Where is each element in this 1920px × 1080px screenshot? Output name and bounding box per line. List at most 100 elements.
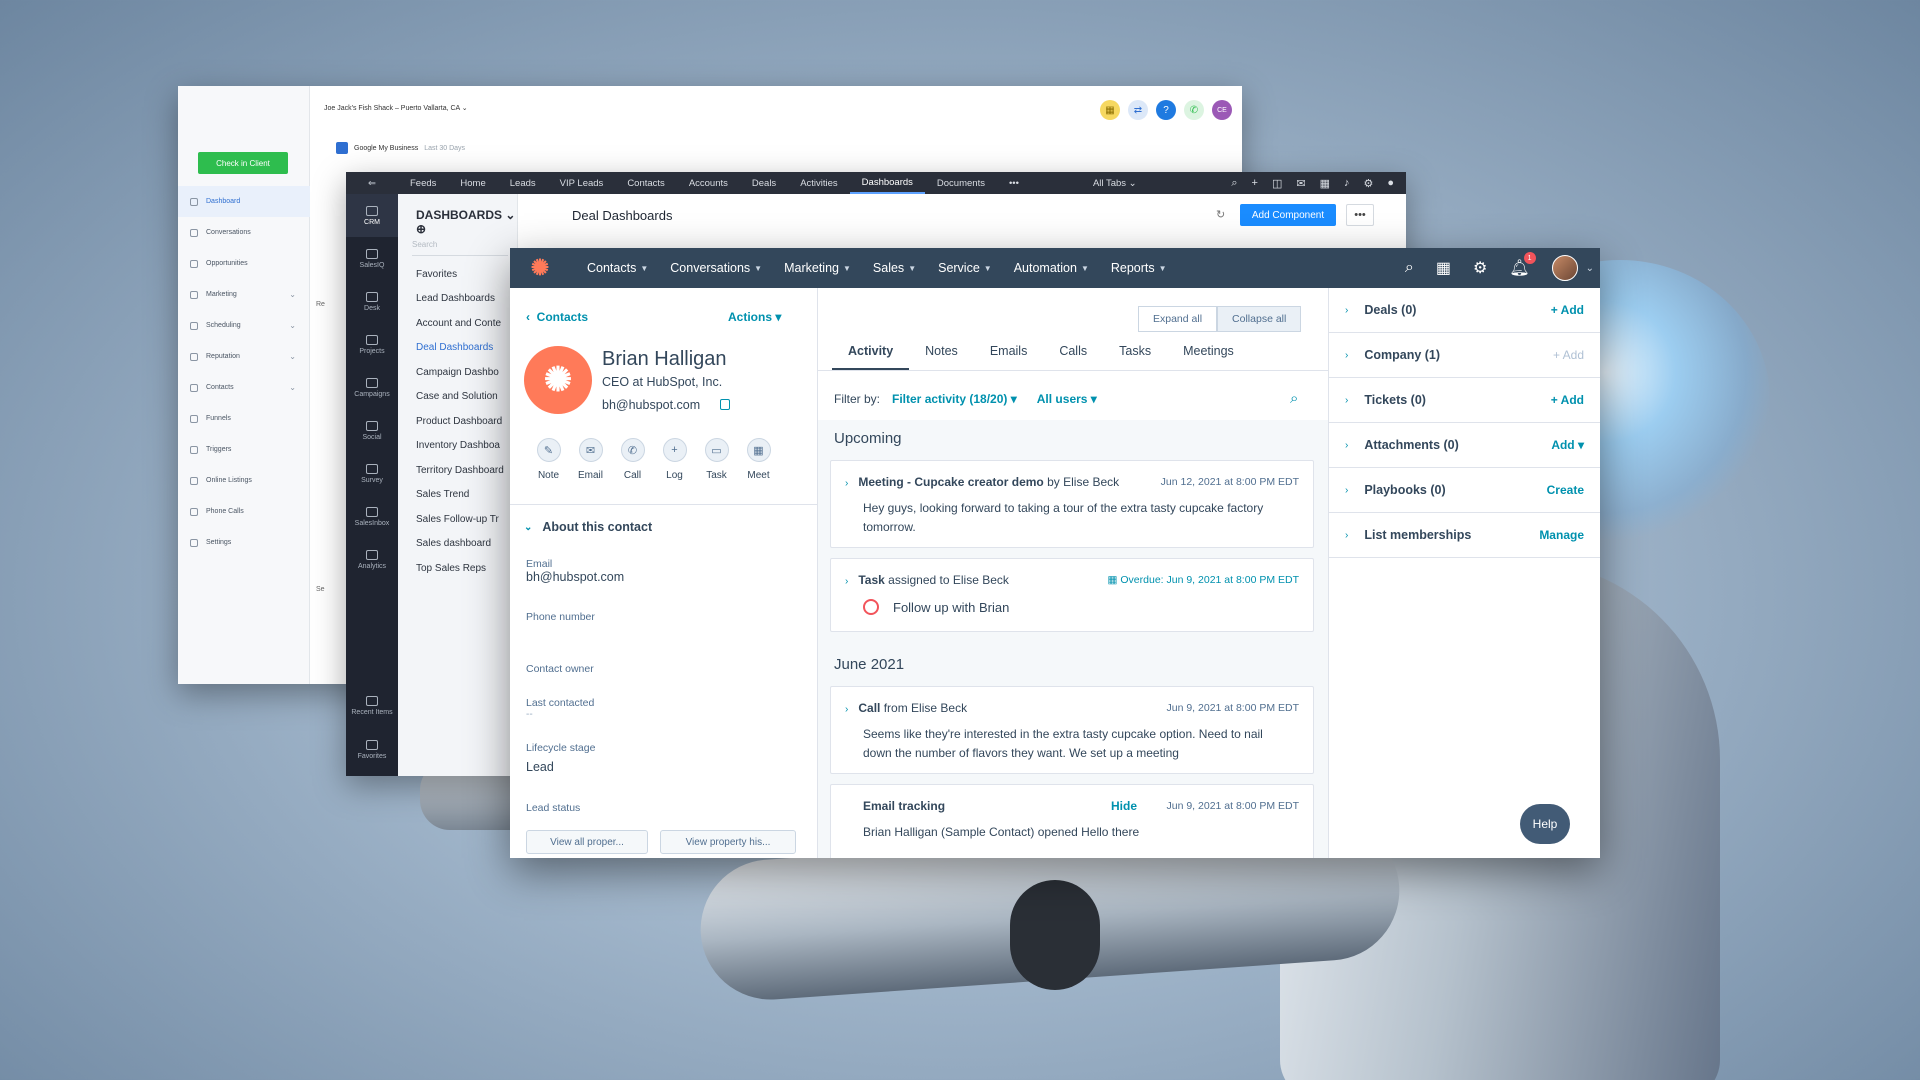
log-action[interactable]: + Log: [660, 438, 689, 481]
calendar-icon[interactable]: ▦: [1320, 177, 1330, 190]
tab-calls[interactable]: Calls: [1043, 344, 1103, 371]
zoho-tab-dashboards[interactable]: Dashboards: [849, 172, 925, 194]
menu-reports[interactable]: Reports ▼: [1100, 261, 1178, 275]
list-item[interactable]: Favorites: [398, 262, 518, 287]
bell-icon[interactable]: 🔔︎ 1: [1509, 252, 1536, 278]
list-item[interactable]: Sales Trend: [398, 483, 518, 508]
call-action[interactable]: ✆ Call: [618, 438, 647, 481]
menu-contacts[interactable]: Contacts ▼: [576, 261, 659, 275]
refresh-icon[interactable]: ↻: [1216, 208, 1225, 221]
actions-dropdown[interactable]: Actions ▾: [728, 310, 781, 324]
phone-icon[interactable]: ✆: [1184, 100, 1204, 120]
menu-sales[interactable]: Sales ▼: [862, 261, 927, 275]
email-tracking-card[interactable]: Email tracking Hide Jun 9, 2021 at 8:00 …: [830, 784, 1314, 858]
rail-campaigns[interactable]: Campaigns: [346, 366, 398, 409]
list-item[interactable]: Lead Dashboards: [398, 287, 518, 312]
list-item[interactable]: Inventory Dashboa: [398, 434, 518, 459]
swap-icon[interactable]: ⇄: [1128, 100, 1148, 120]
company-row[interactable]: › Company (1) + Add: [1329, 333, 1600, 378]
w1-nav-triggers[interactable]: Triggers: [178, 434, 310, 465]
menu-conversations[interactable]: Conversations ▼: [659, 261, 773, 275]
dashboards-search-input[interactable]: Search: [412, 240, 508, 256]
list-item[interactable]: Top Sales Reps: [398, 556, 518, 581]
avatar[interactable]: ●: [1387, 177, 1394, 190]
zoho-tab-activities[interactable]: Activities: [788, 172, 849, 194]
meet-action[interactable]: ▦ Meet: [744, 438, 773, 481]
marketplace-icon[interactable]: ▦: [1436, 258, 1451, 278]
list-item[interactable]: Account and Conte: [398, 311, 518, 336]
menu-service[interactable]: Service ▼: [927, 261, 1003, 275]
more-button[interactable]: •••: [1346, 204, 1374, 226]
tickets-add-button[interactable]: + Add: [1551, 393, 1584, 407]
search-icon[interactable]: ⌕: [1405, 259, 1414, 277]
playbooks-create-button[interactable]: Create: [1547, 483, 1584, 497]
bell-icon[interactable]: ♪: [1344, 177, 1350, 190]
back-icon[interactable]: ⇐: [346, 178, 398, 189]
check-in-client-button[interactable]: Check in Client: [198, 152, 288, 174]
tab-activity[interactable]: Activity: [832, 344, 910, 371]
gear-icon[interactable]: ⚙: [1473, 258, 1487, 278]
list-item[interactable]: Deal Dashboards: [398, 336, 518, 361]
w1-nav-scheduling[interactable]: Scheduling ⌄: [178, 310, 310, 341]
zoho-tab-feeds[interactable]: Feeds: [398, 172, 448, 194]
tab-notes[interactable]: Notes: [909, 344, 974, 371]
avatar[interactable]: CE: [1212, 100, 1232, 120]
rail-analytics[interactable]: Analytics: [346, 538, 398, 581]
breadcrumb[interactable]: ‹ Contacts: [526, 310, 588, 324]
rail-crm[interactable]: CRM: [346, 194, 398, 237]
zoho-tab-accounts[interactable]: Accounts: [677, 172, 740, 194]
w1-nav-opportunities[interactable]: Opportunities: [178, 248, 310, 279]
task-action[interactable]: ▭ Task: [702, 438, 731, 481]
menu-marketing[interactable]: Marketing ▼: [773, 261, 862, 275]
list-memberships-manage-button[interactable]: Manage: [1539, 528, 1584, 542]
zoho-tab-contacts[interactable]: Contacts: [615, 172, 677, 194]
zoho-tab-vip-leads[interactable]: VIP Leads: [548, 172, 616, 194]
zoho-tab-more[interactable]: •••: [997, 172, 1031, 194]
email-action[interactable]: ✉ Email: [576, 438, 605, 481]
rail-salesiq[interactable]: SalesIQ: [346, 237, 398, 280]
rail-projects[interactable]: Projects: [346, 323, 398, 366]
task-card[interactable]: › Task assigned to Elise Beck ▦ Overdue:…: [830, 558, 1314, 632]
w1-nav-settings[interactable]: Settings: [178, 527, 310, 558]
zoho-tab-leads[interactable]: Leads: [498, 172, 548, 194]
zoho-tab-home[interactable]: Home: [448, 172, 497, 194]
filter-activity-dropdown[interactable]: Filter activity (18/20) ▾: [892, 392, 1017, 406]
tab-emails[interactable]: Emails: [974, 344, 1044, 371]
deals-add-button[interactable]: + Add: [1551, 303, 1584, 317]
company-add-button[interactable]: + Add: [1553, 348, 1584, 362]
gear-icon[interactable]: ⚙: [1363, 177, 1373, 190]
rail-salesinbox[interactable]: SalesInbox: [346, 495, 398, 538]
search-icon[interactable]: ⌕: [1231, 177, 1237, 190]
w1-nav-phone-calls[interactable]: Phone Calls: [178, 496, 310, 527]
task-complete-checkbox[interactable]: [863, 599, 879, 615]
menu-automation[interactable]: Automation ▼: [1003, 261, 1100, 275]
grid-icon[interactable]: ▦: [1100, 100, 1120, 120]
meeting-card[interactable]: › Meeting - Cupcake creator demo by Elis…: [830, 460, 1314, 548]
zoho-tab-deals[interactable]: Deals: [740, 172, 788, 194]
list-item[interactable]: Case and Solution: [398, 385, 518, 410]
collapse-all-button[interactable]: Collapse all: [1217, 306, 1302, 332]
list-memberships-row[interactable]: › List memberships Manage: [1329, 513, 1600, 558]
tickets-row[interactable]: › Tickets (0) + Add: [1329, 378, 1600, 423]
about-section-toggle[interactable]: ⌄ About this contact: [524, 520, 652, 534]
list-item[interactable]: Sales Follow-up Tr: [398, 507, 518, 532]
tab-meetings[interactable]: Meetings: [1167, 344, 1250, 371]
attachments-add-dropdown[interactable]: Add ▾: [1551, 438, 1584, 452]
w1-nav-dashboard[interactable]: Dashboard: [178, 186, 310, 217]
rail-favorites[interactable]: Favorites: [346, 728, 398, 771]
chevron-down-icon[interactable]: ⌄: [1586, 263, 1594, 274]
deals-row[interactable]: › Deals (0) + Add: [1329, 288, 1600, 333]
rail-survey[interactable]: Survey: [346, 452, 398, 495]
property-value[interactable]: Lead: [526, 760, 595, 774]
list-item[interactable]: Territory Dashboard: [398, 458, 518, 483]
gamepad-icon[interactable]: ◫: [1272, 177, 1282, 190]
view-all-properties-button[interactable]: View all proper...: [526, 830, 648, 854]
hide-link[interactable]: Hide: [1111, 799, 1137, 813]
tab-tasks[interactable]: Tasks: [1103, 344, 1167, 371]
expand-all-button[interactable]: Expand all: [1138, 306, 1218, 332]
add-component-button[interactable]: Add Component: [1240, 204, 1336, 226]
mail-icon[interactable]: ✉: [1296, 177, 1305, 190]
help-button[interactable]: Help: [1520, 804, 1570, 844]
w1-nav-conversations[interactable]: Conversations: [178, 217, 310, 248]
rail-social[interactable]: Social: [346, 409, 398, 452]
